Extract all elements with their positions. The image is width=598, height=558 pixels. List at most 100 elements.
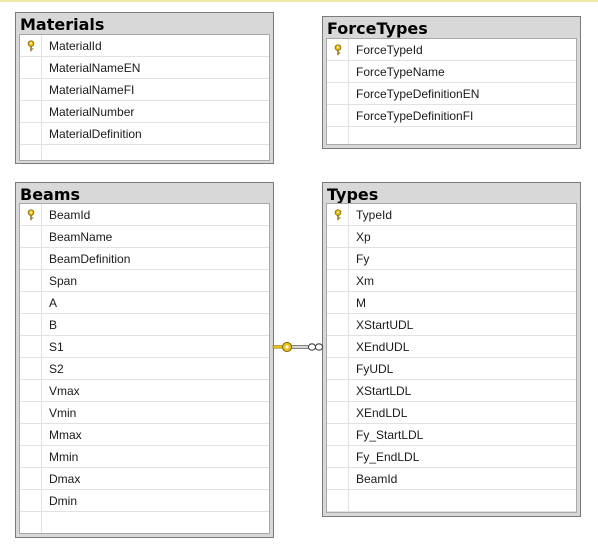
row-selector	[327, 468, 349, 489]
column-row[interactable]: TypeId	[327, 204, 576, 226]
column-row[interactable]: A	[20, 292, 269, 314]
row-selector	[327, 336, 349, 357]
primary-key-icon	[26, 39, 36, 52]
column-name: XEndUDL	[356, 339, 410, 354]
row-selector	[327, 314, 349, 335]
empty-row[interactable]	[20, 512, 269, 533]
row-selector	[20, 79, 42, 100]
table-title: Materials	[20, 15, 105, 34]
column-list: ForceTypeId ForceTypeName ForceTypeDefin…	[326, 38, 577, 145]
column-name: Fy_EndLDL	[356, 449, 420, 464]
column-name: XEndLDL	[356, 405, 408, 420]
column-name: Dmin	[49, 493, 78, 508]
column-name: MaterialNumber	[49, 104, 135, 119]
column-row[interactable]: Mmin	[20, 446, 269, 468]
column-row[interactable]: ForceTypeName	[327, 61, 576, 83]
empty-row[interactable]	[20, 145, 269, 160]
column-row[interactable]: MaterialId	[20, 35, 269, 57]
table-title: ForceTypes	[327, 19, 428, 38]
column-name: Xm	[356, 273, 374, 288]
column-row[interactable]: Dmax	[20, 468, 269, 490]
column-row[interactable]: ForceTypeDefinitionEN	[327, 83, 576, 105]
table-materials[interactable]: Materials MaterialId MaterialNameEN Mate…	[15, 12, 274, 164]
column-row[interactable]: M	[327, 292, 576, 314]
column-row[interactable]: MaterialNumber	[20, 101, 269, 123]
column-name: BeamDefinition	[49, 251, 131, 266]
column-name: ForceTypeDefinitionFI	[356, 108, 474, 123]
column-row[interactable]: XEndLDL	[327, 402, 576, 424]
row-selector	[327, 358, 349, 379]
row-selector	[327, 248, 349, 269]
column-name: Vmin	[49, 405, 77, 420]
column-row[interactable]: Dmin	[20, 490, 269, 512]
column-row[interactable]: BeamName	[20, 226, 269, 248]
column-list: BeamId BeamName BeamDefinition Span A B …	[19, 203, 270, 534]
row-selector	[20, 336, 42, 357]
column-row[interactable]: XStartLDL	[327, 380, 576, 402]
row-selector	[20, 314, 42, 335]
row-selector	[20, 358, 42, 379]
column-row[interactable]: ForceTypeDefinitionFI	[327, 105, 576, 127]
column-name: XStartLDL	[356, 383, 412, 398]
column-name: B	[49, 317, 58, 332]
column-row[interactable]: FyUDL	[327, 358, 576, 380]
column-row[interactable]: XStartUDL	[327, 314, 576, 336]
column-row[interactable]: MaterialNameFI	[20, 79, 269, 101]
column-name: M	[356, 295, 366, 310]
column-row[interactable]: Vmax	[20, 380, 269, 402]
empty-row[interactable]	[327, 490, 576, 512]
column-name: Dmax	[49, 471, 81, 486]
column-row[interactable]: Mmax	[20, 424, 269, 446]
primary-key-icon	[26, 208, 36, 221]
column-row[interactable]: BeamId	[327, 468, 576, 490]
empty-row[interactable]	[327, 127, 576, 144]
table-forcetypes[interactable]: ForceTypes ForceTypeId ForceTypeName For…	[322, 16, 581, 149]
column-row[interactable]: S1	[20, 336, 269, 358]
column-name: ForceTypeDefinitionEN	[356, 86, 480, 101]
column-row[interactable]: Xp	[327, 226, 576, 248]
column-name: Span	[49, 273, 78, 288]
column-list: MaterialId MaterialNameEN MaterialNameFI…	[19, 34, 270, 161]
column-name: ForceTypeName	[356, 64, 445, 79]
column-row[interactable]: B	[20, 314, 269, 336]
row-selector	[20, 123, 42, 144]
row-selector	[20, 270, 42, 291]
row-selector	[327, 380, 349, 401]
row-selector	[327, 226, 349, 247]
row-selector	[20, 204, 42, 225]
row-selector	[327, 446, 349, 467]
row-selector	[327, 424, 349, 445]
column-row[interactable]: Vmin	[20, 402, 269, 424]
column-name: A	[49, 295, 58, 310]
column-name: XStartUDL	[356, 317, 414, 332]
column-row[interactable]: Span	[20, 270, 269, 292]
column-name: Fy_StartLDL	[356, 427, 424, 442]
column-row[interactable]: BeamId	[20, 204, 269, 226]
column-name: Vmax	[49, 383, 80, 398]
relationship-line[interactable]	[272, 339, 324, 355]
column-row[interactable]: S2	[20, 358, 269, 380]
column-name: Mmin	[49, 449, 79, 464]
column-row[interactable]: MaterialDefinition	[20, 123, 269, 145]
column-name: MaterialId	[49, 38, 102, 53]
column-name: MaterialDefinition	[49, 126, 142, 141]
row-selector	[327, 105, 349, 126]
column-row[interactable]: ForceTypeId	[327, 39, 576, 61]
top-accent-line	[0, 0, 598, 2]
column-row[interactable]: MaterialNameEN	[20, 57, 269, 79]
column-row[interactable]: XEndUDL	[327, 336, 576, 358]
table-types[interactable]: Types TypeId Xp Fy Xm M XStartUDL XEndUD…	[322, 182, 581, 517]
column-row[interactable]: Fy_EndLDL	[327, 446, 576, 468]
primary-key-icon	[333, 43, 343, 56]
column-name: MaterialNameFI	[49, 82, 135, 97]
table-beams[interactable]: Beams BeamId BeamName BeamDefinition Spa…	[15, 182, 274, 538]
column-row[interactable]: BeamDefinition	[20, 248, 269, 270]
row-selector	[327, 490, 349, 511]
row-selector	[20, 468, 42, 489]
row-selector	[20, 226, 42, 247]
row-selector	[20, 380, 42, 401]
row-selector	[20, 145, 42, 160]
column-row[interactable]: Fy	[327, 248, 576, 270]
column-row[interactable]: Xm	[327, 270, 576, 292]
column-row[interactable]: Fy_StartLDL	[327, 424, 576, 446]
